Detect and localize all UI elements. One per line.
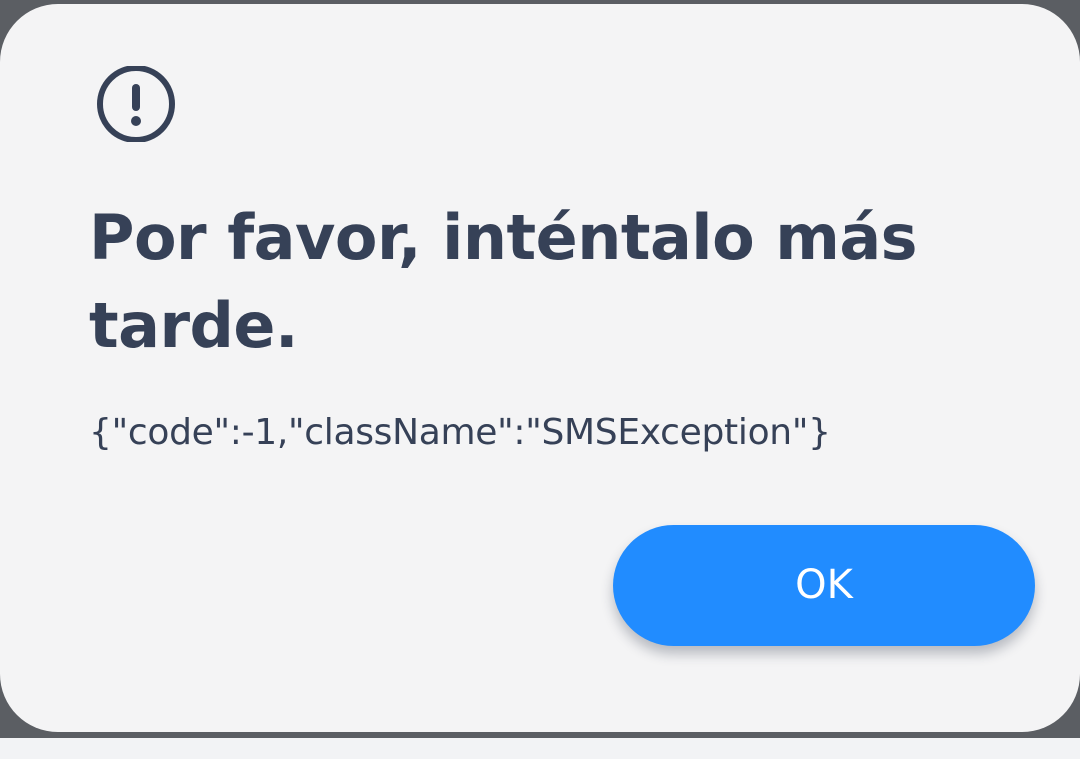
exclamation-circle-icon (95, 66, 177, 142)
ok-button[interactable]: OK (613, 525, 1035, 646)
dialog-message: {"code":-1,"className":"SMSException"} (89, 412, 831, 453)
error-dialog: Por favor, inténtalo más tarde. {"code":… (0, 4, 1080, 732)
screen-background (0, 738, 1080, 759)
dialog-title: Por favor, inténtalo más tarde. (89, 201, 918, 362)
